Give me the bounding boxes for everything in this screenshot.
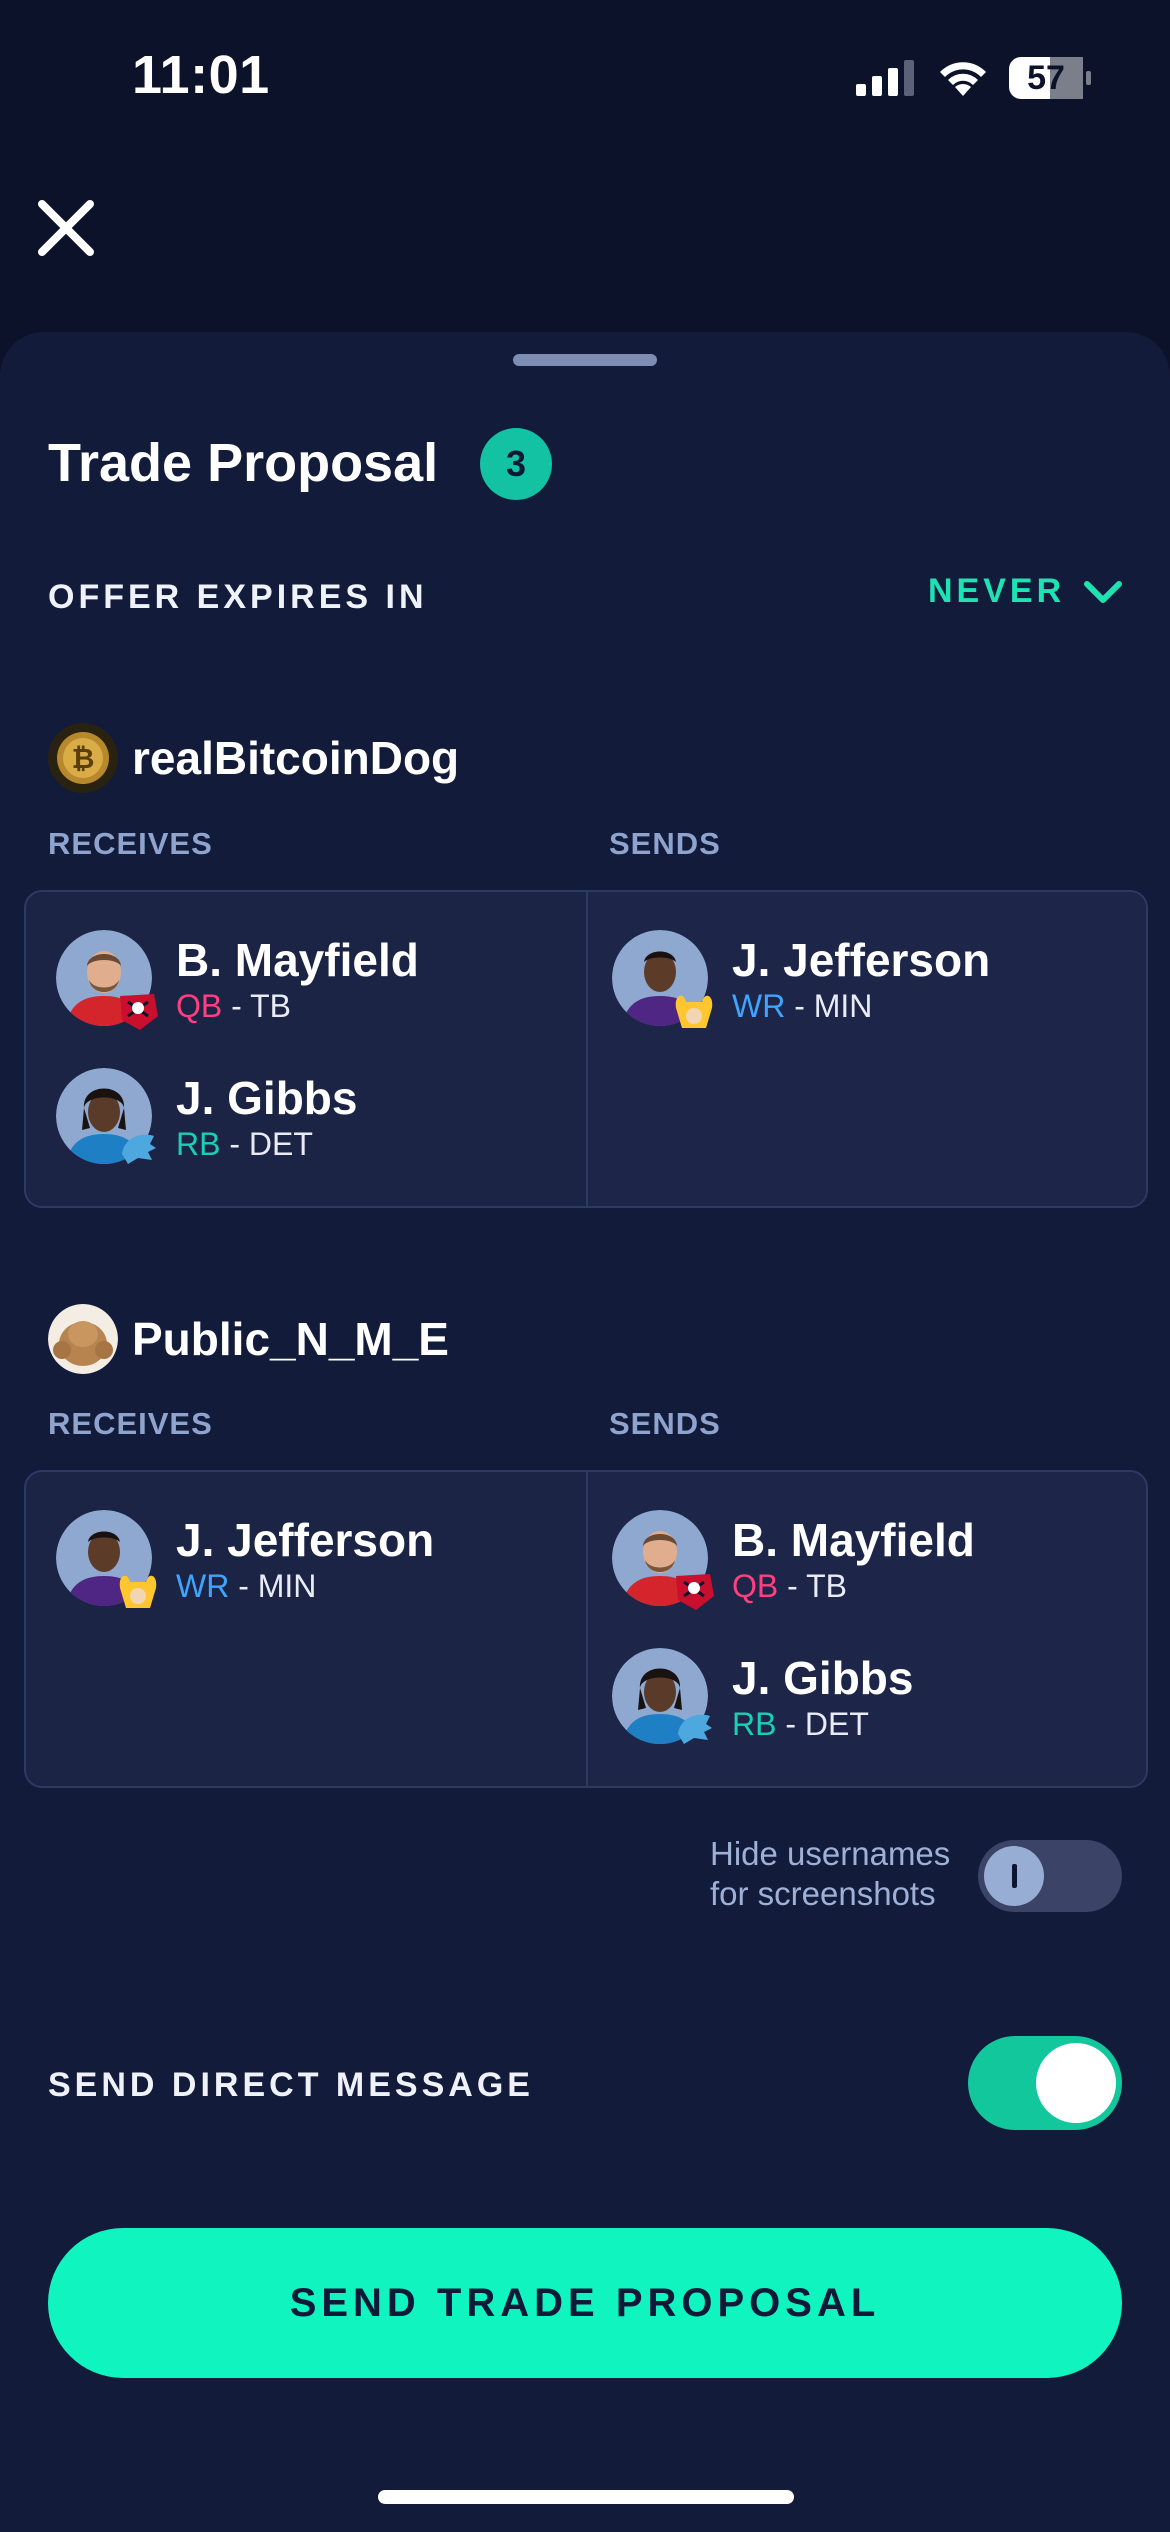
party-1-header: ₿ realBitcoinDog bbox=[48, 723, 459, 793]
wifi-icon bbox=[940, 62, 986, 96]
player-photo bbox=[56, 1068, 156, 1164]
player-position: RB bbox=[176, 1126, 221, 1162]
player-photo bbox=[56, 1510, 157, 1608]
player-photo bbox=[612, 1510, 714, 1610]
avatar: ₿ bbox=[48, 723, 118, 793]
cellular-signal-icon bbox=[856, 60, 914, 96]
player-photo bbox=[56, 930, 158, 1030]
close-icon[interactable] bbox=[34, 196, 98, 260]
player-card[interactable]: B. Mayfield QB - TB bbox=[56, 930, 419, 1030]
expires-label: OFFER EXPIRES IN bbox=[48, 578, 428, 616]
player-photo bbox=[612, 930, 713, 1028]
vikings-logo-icon bbox=[675, 995, 713, 1028]
sends-label: SENDS bbox=[609, 826, 721, 861]
sheet-grabber[interactable] bbox=[513, 354, 657, 366]
home-indicator bbox=[378, 2490, 794, 2504]
player-name: J. Jefferson bbox=[176, 1514, 435, 1566]
vikings-logo-icon bbox=[119, 1575, 157, 1608]
count-badge: 3 bbox=[480, 428, 552, 500]
player-team: - MIN bbox=[238, 1568, 317, 1604]
receives-column: J. Jefferson WR - MIN bbox=[26, 1472, 586, 1786]
party-username: Public_N_M_E bbox=[132, 1313, 449, 1365]
hide-usernames-toggle[interactable] bbox=[978, 1840, 1122, 1912]
hide-usernames-line1: Hide usernames bbox=[710, 1835, 951, 1872]
player-card[interactable]: B. Mayfield QB - TB bbox=[612, 1510, 975, 1610]
direct-message-label: SEND DIRECT MESSAGE bbox=[48, 2066, 534, 2104]
send-trade-proposal-button[interactable]: SEND TRADE PROPOSAL bbox=[48, 2228, 1122, 2378]
player-name: J. Gibbs bbox=[176, 1072, 358, 1124]
player-card[interactable]: J. Jefferson WR - MIN bbox=[56, 1510, 435, 1608]
lions-logo-icon bbox=[678, 1714, 712, 1744]
player-position: QB bbox=[176, 988, 223, 1024]
toggle-knob bbox=[1036, 2043, 1116, 2123]
hide-usernames-label: Hide usernames for screenshots bbox=[710, 1834, 950, 1914]
player-team: - TB bbox=[231, 988, 291, 1024]
player-card[interactable]: J. Gibbs RB - DET bbox=[612, 1648, 913, 1744]
hide-usernames-line2: for screenshots bbox=[710, 1875, 936, 1912]
expires-value: NEVER bbox=[928, 572, 1066, 610]
status-time: 11:01 bbox=[132, 45, 270, 105]
sends-column: B. Mayfield QB - TB J. Gibbs RB - DET bbox=[588, 1472, 1146, 1786]
player-position: WR bbox=[732, 988, 786, 1024]
buccaneers-logo-icon bbox=[676, 1574, 714, 1610]
trade-box-party-2: J. Jefferson WR - MIN B. Mayfield QB - T… bbox=[24, 1470, 1148, 1788]
player-team: - MIN bbox=[794, 988, 873, 1024]
player-name: B. Mayfield bbox=[176, 934, 419, 986]
player-card[interactable]: J. Gibbs RB - DET bbox=[56, 1068, 357, 1164]
svg-text:₿: ₿ bbox=[72, 742, 95, 775]
player-team: - DET bbox=[785, 1706, 869, 1742]
party-username: realBitcoinDog bbox=[132, 732, 460, 784]
receives-label: RECEIVES bbox=[48, 1406, 213, 1441]
party-2-header: Public_N_M_E bbox=[48, 1304, 449, 1374]
receives-column: B. Mayfield QB - TB J. Gibbs RB - DET bbox=[26, 892, 586, 1206]
page-title: Trade Proposal bbox=[48, 433, 439, 493]
player-team: - DET bbox=[229, 1126, 313, 1162]
player-team: - TB bbox=[787, 1568, 847, 1604]
buccaneers-logo-icon bbox=[120, 994, 158, 1030]
chevron-down-icon bbox=[1084, 580, 1123, 603]
player-position: WR bbox=[176, 1568, 230, 1604]
direct-message-toggle[interactable] bbox=[968, 2036, 1122, 2130]
player-card[interactable]: J. Jefferson WR - MIN bbox=[612, 930, 991, 1028]
player-name: J. Gibbs bbox=[732, 1652, 914, 1704]
player-photo bbox=[612, 1648, 712, 1744]
expires-dropdown[interactable]: NEVER bbox=[928, 572, 1123, 611]
avatar bbox=[48, 1304, 118, 1374]
lions-logo-icon bbox=[122, 1134, 156, 1164]
player-position: RB bbox=[732, 1706, 777, 1742]
sends-label: SENDS bbox=[609, 1406, 721, 1441]
trade-box-party-1: B. Mayfield QB - TB J. Gibbs RB - DET J.… bbox=[24, 890, 1148, 1208]
battery-level: 57 bbox=[1027, 59, 1065, 97]
player-name: B. Mayfield bbox=[732, 1514, 975, 1566]
player-position: QB bbox=[732, 1568, 779, 1604]
toggle-knob bbox=[984, 1846, 1044, 1906]
player-name: J. Jefferson bbox=[732, 934, 991, 986]
battery-icon: 57 bbox=[1008, 56, 1092, 100]
sends-column: J. Jefferson WR - MIN bbox=[588, 892, 1146, 1206]
receives-label: RECEIVES bbox=[48, 826, 213, 861]
